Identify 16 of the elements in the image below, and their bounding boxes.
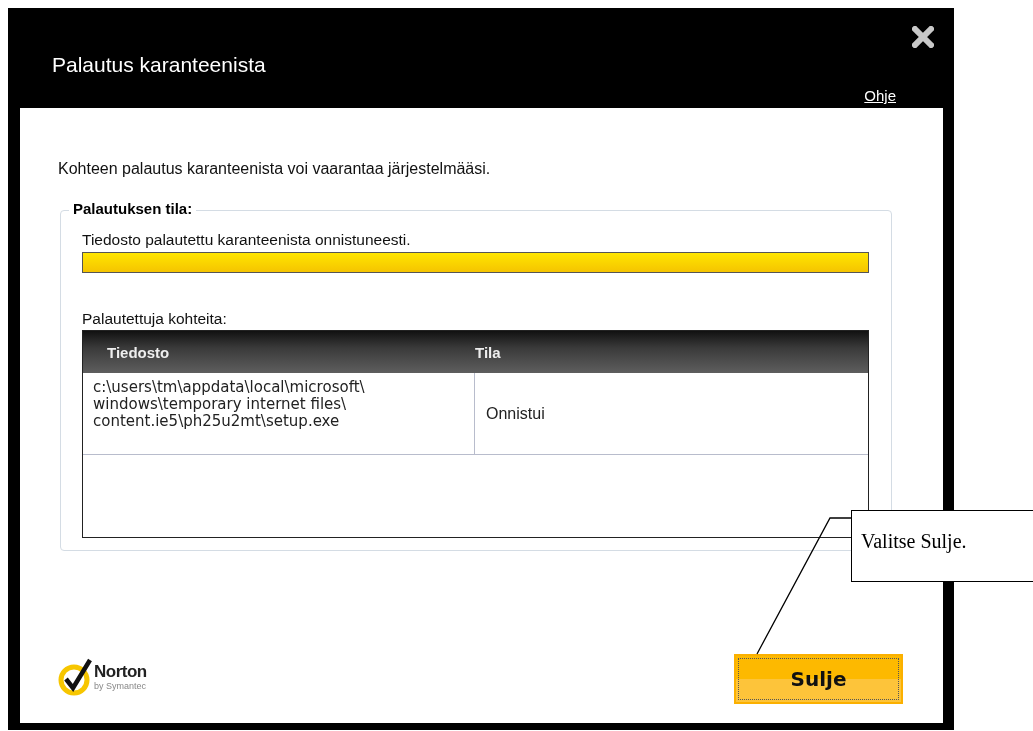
status-text: Tiedosto palautettu karanteenista onnistuneesti. [82,231,412,249]
help-link[interactable]: Ohje [864,87,896,104]
close-icon[interactable] [912,26,934,48]
logo-tagline: by Symantec [94,681,147,691]
checkmark-logo-icon [58,658,92,696]
list-label: Palautettuja kohteita: [82,310,228,328]
column-header: Tila [475,343,501,361]
file-path-cell: c:\users\tm\appdata\local\microsoft\windows\temporary internet files\content.ie5\ph25u2mt\setup.exe [83,373,475,454]
warning-message: Kohteen palautus karanteenista voi vaarantaa järjestelmääsi. [58,160,492,178]
logo-name: Norton [94,663,147,681]
group-legend: Palautuksen tila: [69,200,197,217]
status-cell-text: Onnistui [485,403,545,424]
close-button[interactable]: Sulje [734,654,903,704]
callout-note: Valitse Sulje. [851,510,1033,582]
window-title: Palautus karanteenista [52,53,266,77]
column-header: Tiedosto [106,343,171,361]
